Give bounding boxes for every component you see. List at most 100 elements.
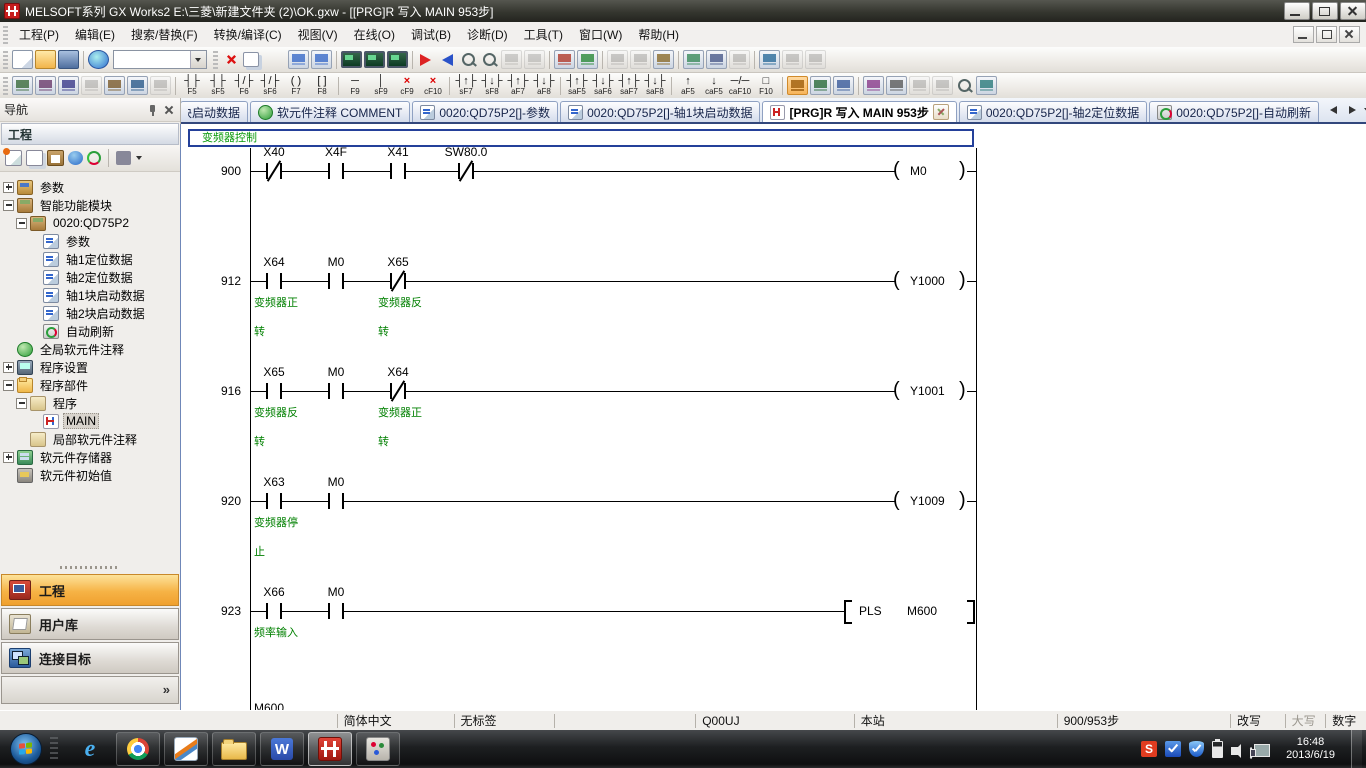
- menu-tools[interactable]: 工具(T): [516, 23, 571, 46]
- coil-button[interactable]: ( )F7: [283, 74, 309, 97]
- ladder-editor[interactable]: 变频器控制 900 X40 X4F X41 SW80.0 ( M0 ) 912 …: [180, 124, 1366, 710]
- taskbar-reader-button[interactable]: [164, 732, 208, 766]
- tab-axis2-block-start-data[interactable]: 轴2块启动数据: [180, 101, 248, 122]
- connection-destination-button[interactable]: 连接目标: [1, 642, 179, 674]
- cut-icon[interactable]: [224, 53, 239, 67]
- new-data-icon[interactable]: [5, 150, 22, 166]
- menu-edit[interactable]: 编辑(E): [67, 23, 123, 46]
- instruction-opcode[interactable]: PLS: [859, 604, 882, 618]
- entry-monitor-icon[interactable]: [387, 51, 408, 68]
- tab-device-comment[interactable]: 软元件注释 COMMENT: [250, 101, 410, 122]
- collapse-icon[interactable]: [16, 218, 27, 229]
- security-shield-icon[interactable]: [1189, 741, 1204, 757]
- menu-view[interactable]: 视图(V): [290, 23, 346, 46]
- project-selector-combobox[interactable]: [113, 50, 207, 69]
- mdi-minimize-button[interactable]: [1293, 26, 1314, 43]
- taskbar-paint-button[interactable]: [356, 732, 400, 766]
- taskbar-gxworks2-button[interactable]: [308, 732, 352, 766]
- no-contact[interactable]: [328, 493, 344, 509]
- tab-qd75p2-parameter[interactable]: 0020:QD75P2[]-参数: [412, 101, 558, 122]
- close-contact-button[interactable]: ┤/├F6: [231, 74, 257, 97]
- taskbar-ie-button[interactable]: e: [68, 732, 112, 766]
- find-device-icon[interactable]: [127, 76, 148, 95]
- tree-item-axis2-positioning[interactable]: 轴2定位数据: [0, 268, 180, 286]
- inline-statement-icon[interactable]: [787, 76, 808, 95]
- pulse-rising-branch-button[interactable]: ┤↑├aF7: [505, 74, 531, 97]
- taskbar-explorer-button[interactable]: [212, 732, 256, 766]
- tree-item-intelligent-module[interactable]: 智能功能模块: [0, 196, 180, 214]
- tab-scroll-left-icon[interactable]: [1326, 103, 1340, 117]
- tree-item-parameter[interactable]: 参数: [0, 178, 180, 196]
- tree-item-local-comment[interactable]: 局部软元件注释: [0, 430, 180, 448]
- read-from-plc-icon[interactable]: [438, 51, 457, 68]
- tab-main-program[interactable]: [PRG]R 写入 MAIN 953步: [762, 101, 956, 122]
- pulse-ne-close-button[interactable]: ┤↑├saF7: [616, 74, 642, 97]
- expand-icon[interactable]: [3, 452, 14, 463]
- toolbar1-drag-handle-2[interactable]: [213, 51, 218, 69]
- pulse-ne-close-branch-button[interactable]: ┤↓├saF8: [642, 74, 668, 97]
- invert-result-down-button[interactable]: ↓caF5: [701, 74, 727, 97]
- tree-item-auto-refresh[interactable]: 自动刷新: [0, 322, 180, 340]
- ladder-color-icon[interactable]: [863, 76, 884, 95]
- online-change-icon[interactable]: [683, 50, 704, 69]
- statement-display-icon[interactable]: [932, 76, 953, 95]
- menu-compile[interactable]: 转换/编译(C): [206, 23, 290, 46]
- coil-label[interactable]: Y1009: [910, 494, 945, 508]
- collapse-icon[interactable]: [3, 380, 14, 391]
- program-check-icon[interactable]: [607, 50, 628, 69]
- open-contact-button[interactable]: ┤├F5: [179, 74, 205, 97]
- thunder-tray-icon[interactable]: [1165, 741, 1181, 757]
- panel-buttons-more[interactable]: »: [1, 676, 179, 704]
- menu-window[interactable]: 窗口(W): [571, 23, 630, 46]
- minimize-button[interactable]: [1284, 2, 1310, 20]
- property-icon[interactable]: [68, 151, 83, 165]
- cross-reference-icon[interactable]: [150, 76, 171, 95]
- tab-close-icon[interactable]: [933, 104, 949, 120]
- device-display-icon[interactable]: [976, 76, 997, 95]
- no-contact[interactable]: [266, 603, 282, 619]
- tree-item-axis1-block-start[interactable]: 轴1块启动数据: [0, 286, 180, 304]
- pulse-ne-contact-button[interactable]: ┤↑├saF5: [564, 74, 590, 97]
- pulse-ne-branch-button[interactable]: ┤↓├saF6: [590, 74, 616, 97]
- nc-contact[interactable]: [390, 273, 406, 289]
- nc-contact[interactable]: [458, 163, 474, 179]
- collapse-icon[interactable]: [3, 200, 14, 211]
- display-zoom-icon[interactable]: [955, 77, 974, 94]
- menu-diagnostics[interactable]: 诊断(D): [459, 23, 516, 46]
- sogou-tray-icon[interactable]: S: [1141, 741, 1157, 757]
- ladder-monitor-icon[interactable]: [364, 51, 385, 68]
- write-to-plc-icon[interactable]: [417, 51, 436, 68]
- copy-icon[interactable]: [243, 52, 259, 67]
- coil-label[interactable]: Y1001: [910, 384, 945, 398]
- application-instruction-button[interactable]: [ ]F8: [309, 74, 335, 97]
- statement-edit-icon[interactable]: [35, 76, 56, 95]
- sort-filter-icon[interactable]: [116, 151, 131, 165]
- pulse-falling-branch-button[interactable]: ┤↓├aF8: [531, 74, 557, 97]
- vertical-line-button[interactable]: │sF9: [368, 74, 394, 97]
- paste-data-icon[interactable]: [47, 150, 64, 166]
- no-contact[interactable]: [328, 163, 344, 179]
- expand-icon[interactable]: [3, 182, 14, 193]
- device-comment-icon[interactable]: [81, 76, 102, 95]
- help-icon[interactable]: [88, 50, 109, 69]
- zoom-icon[interactable]: [759, 50, 780, 69]
- read-mode-icon[interactable]: [833, 76, 854, 95]
- tree-item-program[interactable]: 程序: [0, 394, 180, 412]
- volume-icon[interactable]: [1231, 747, 1238, 755]
- verify-icon[interactable]: [501, 50, 522, 69]
- refresh-icon[interactable]: [87, 151, 101, 165]
- panel-splitter[interactable]: [0, 562, 180, 572]
- invert-result-up-button[interactable]: ↑aF5: [675, 74, 701, 97]
- note-edit-icon[interactable]: [58, 76, 79, 95]
- statement-icon[interactable]: [782, 50, 803, 69]
- pulse-falling-button[interactable]: ┤↓├sF8: [479, 74, 505, 97]
- combobox-dropdown-icon[interactable]: [190, 51, 206, 68]
- restore-button[interactable]: [1312, 2, 1338, 20]
- tree-item-program-setting[interactable]: 程序设置: [0, 358, 180, 376]
- menu-online[interactable]: 在线(O): [346, 23, 403, 46]
- no-contact[interactable]: [266, 493, 282, 509]
- no-contact[interactable]: [328, 383, 344, 399]
- tree-item-qd75p2[interactable]: 0020:QD75P2: [0, 214, 180, 232]
- no-contact[interactable]: [328, 273, 344, 289]
- device-batch-write-icon[interactable]: [554, 50, 575, 69]
